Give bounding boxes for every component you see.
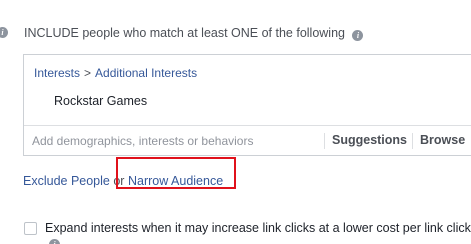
include-heading: INCLUDE people who match at least ONE of… [24, 26, 364, 41]
include-heading-text: INCLUDE people who match at least ONE of… [24, 26, 345, 40]
suggestions-button[interactable]: Suggestions [332, 133, 407, 147]
expand-interests-label: Expand interests when it may increase li… [45, 221, 471, 235]
search-divider [412, 133, 413, 149]
breadcrumb: Interests > Additional Interests [34, 66, 197, 80]
info-icon[interactable]: i [49, 239, 60, 244]
targeting-box: Interests > Additional Interests Rockstar … [23, 54, 471, 156]
highlight-box [116, 157, 236, 189]
breadcrumb-separator: > [84, 66, 92, 80]
browse-button[interactable]: Browse [420, 133, 465, 147]
targeting-search-row: Add demographics, interests or behaviors… [24, 125, 471, 156]
expand-interests-checkbox[interactable] [24, 222, 37, 235]
exclude-people-link[interactable]: Exclude People [23, 174, 110, 188]
info-icon[interactable]: i [0, 27, 8, 38]
info-icon[interactable]: i [352, 30, 364, 41]
interest-item-rockstar-games[interactable]: Rockstar Games [54, 94, 147, 108]
breadcrumb-interests-link[interactable]: Interests [34, 66, 80, 80]
search-divider [324, 133, 325, 149]
detailed-targeting-panel: i INCLUDE people who match at least ONE … [0, 0, 471, 244]
breadcrumb-additional-interests-link[interactable]: Additional Interests [95, 66, 197, 80]
targeting-search-input[interactable]: Add demographics, interests or behaviors [32, 134, 253, 148]
